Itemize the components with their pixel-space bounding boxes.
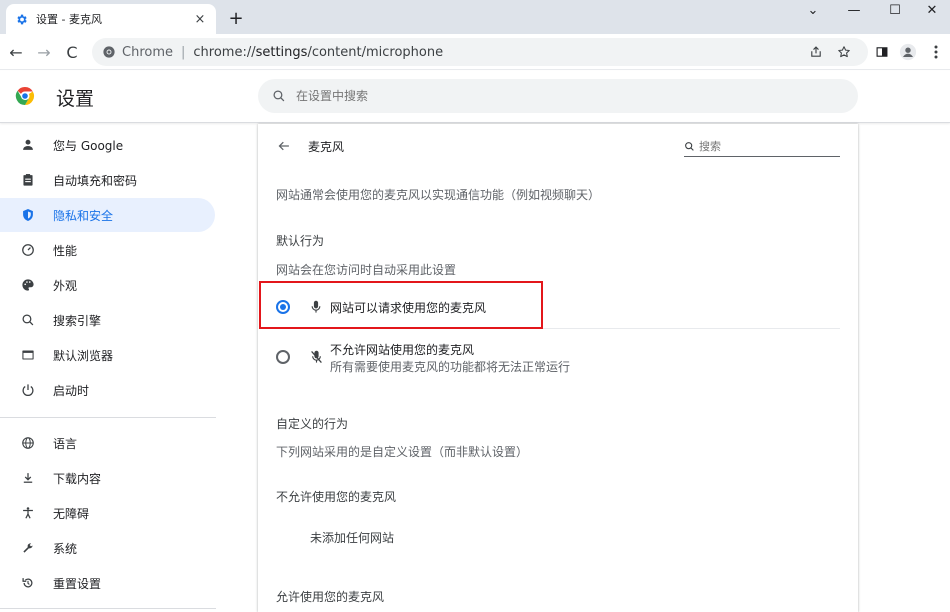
clipboard-icon [20, 172, 36, 188]
accessibility-icon [20, 505, 36, 521]
sidebar-item-you-and-google[interactable]: 您与 Google [0, 128, 215, 162]
omnibox-separator: | [181, 44, 186, 60]
tab-close-icon[interactable]: × [192, 11, 208, 27]
side-panel-icon[interactable] [872, 42, 892, 62]
forward-button[interactable]: → [34, 42, 54, 62]
download-icon [20, 470, 36, 486]
site-search-input[interactable] [699, 139, 819, 153]
radio-button-block[interactable] [276, 350, 290, 364]
reset-icon [20, 575, 36, 591]
sidebar-item-system[interactable]: 系统 [0, 531, 215, 565]
sidebar-item-label: 搜索引擎 [53, 313, 102, 328]
microphone-settings-card: 麦克风 网站通常会使用您的麦克风以实现通信功能（例如视频聊天） 默认行为 网站会… [258, 124, 858, 612]
tab-title: 设置 - 麦克风 [36, 13, 102, 26]
power-icon [20, 382, 36, 398]
person-icon [20, 137, 36, 153]
radio-option-block[interactable]: 不允许网站使用您的麦克风 所有需要使用麦克风的功能都将无法正常运行 [258, 338, 858, 378]
back-arrow-icon[interactable] [274, 136, 294, 156]
url-prefix: chrome:// [193, 44, 256, 60]
default-behavior-heading: 默认行为 [276, 234, 325, 248]
chip-label: Chrome [122, 44, 173, 60]
custom-behavior-heading: 自定义的行为 [276, 417, 349, 431]
default-behavior-subtitle: 网站会在您访问时自动采用此设置 [276, 263, 457, 277]
chrome-icon [102, 45, 116, 59]
sidebar-item-label: 您与 Google [53, 138, 124, 153]
back-button[interactable]: ← [6, 42, 26, 62]
blocked-sites-heading: 不允许使用您的麦克风 [276, 490, 397, 504]
sidebar-item-performance[interactable]: 性能 [0, 233, 215, 267]
sidebar-item-label: 下载内容 [53, 471, 102, 486]
sidebar-item-label: 重置设置 [53, 576, 102, 591]
settings-search-input[interactable] [296, 89, 796, 103]
reload-button[interactable]: C [62, 42, 82, 62]
sidebar-item-label: 默认浏览器 [53, 348, 114, 363]
sidebar-item-appearance[interactable]: 外观 [0, 268, 215, 302]
sidebar-item-reset[interactable]: 重置设置 [0, 566, 215, 600]
shield-icon [20, 207, 36, 223]
sidebar-divider [0, 608, 216, 609]
sidebar-item-downloads[interactable]: 下载内容 [0, 461, 215, 495]
highlight-box [259, 281, 543, 329]
globe-icon [20, 435, 36, 451]
settings-header: 设置 [0, 71, 950, 123]
maximize-button[interactable]: ☐ [877, 0, 913, 20]
settings-search[interactable] [258, 79, 858, 113]
more-menu-icon[interactable] [926, 42, 946, 62]
browser-toolbar: ← → C Chrome | chrome://settings/content… [0, 34, 950, 70]
blocked-sites-empty: 未添加任何网站 [310, 531, 395, 545]
speedometer-icon [20, 242, 36, 258]
settings-title: 设置 [56, 88, 95, 110]
minimize-button[interactable]: — [836, 0, 872, 20]
sidebar-item-autofill[interactable]: 自动填充和密码 [0, 163, 215, 197]
search-icon [684, 141, 695, 152]
site-search[interactable] [684, 136, 840, 157]
custom-behavior-subtitle: 下列网站采用的是自定义设置（而非默认设置） [276, 445, 529, 459]
sidebar-divider [0, 417, 216, 418]
sidebar-item-on-startup[interactable]: 启动时 [0, 373, 215, 407]
option-block-title: 不允许网站使用您的麦克风 [330, 343, 475, 357]
tab-search-dropdown-icon[interactable]: ⌄ [795, 0, 831, 20]
sidebar-item-label: 隐私和安全 [53, 208, 114, 223]
gear-icon [14, 12, 28, 26]
address-bar[interactable]: Chrome | chrome://settings/content/micro… [92, 38, 868, 66]
palette-icon [20, 277, 36, 293]
profile-avatar-icon[interactable] [898, 42, 918, 62]
browser-icon [20, 347, 36, 363]
sidebar-item-search-engine[interactable]: 搜索引擎 [0, 303, 215, 337]
microphone-off-icon [308, 349, 324, 365]
tab-strip: 设置 - 麦克风 × + ⌄ — ☐ ✕ [0, 0, 950, 34]
page-title: 麦克风 [308, 140, 345, 154]
sidebar-item-privacy[interactable]: 隐私和安全 [0, 198, 215, 232]
allowed-sites-heading: 允许使用您的麦克风 [276, 590, 385, 604]
sidebar-item-label: 外观 [53, 278, 78, 293]
sidebar-item-label: 语言 [53, 436, 78, 451]
close-window-button[interactable]: ✕ [914, 0, 950, 20]
url-text[interactable]: chrome://settings/content/microphone [193, 45, 443, 60]
wrench-icon [20, 540, 36, 556]
sidebar-item-label: 系统 [53, 541, 78, 556]
option-block-subtitle: 所有需要使用麦克风的功能都将无法正常运行 [330, 360, 571, 374]
sidebar-item-languages[interactable]: 语言 [0, 426, 215, 460]
share-icon[interactable] [804, 38, 828, 66]
chrome-logo-icon [15, 86, 35, 106]
page-description: 网站通常会使用您的麦克风以实现通信功能（例如视频聊天） [276, 188, 601, 202]
url-host: settings [255, 44, 308, 60]
sidebar-item-accessibility[interactable]: 无障碍 [0, 496, 215, 530]
settings-sidebar: 您与 Google 自动填充和密码 隐私和安全 性能 外观 搜索引擎 默认浏览器… [0, 128, 232, 612]
bookmark-star-icon[interactable] [832, 38, 856, 66]
sidebar-item-default-browser[interactable]: 默认浏览器 [0, 338, 215, 372]
search-icon [272, 89, 286, 103]
site-info-chip[interactable]: Chrome [102, 45, 173, 60]
sidebar-item-label: 启动时 [53, 383, 90, 398]
sidebar-item-label: 自动填充和密码 [53, 173, 138, 188]
url-path: /content/microphone [307, 44, 444, 60]
new-tab-button[interactable]: + [226, 8, 246, 29]
sidebar-item-label: 性能 [53, 243, 78, 258]
search-icon [20, 312, 36, 328]
tab-settings-microphone[interactable]: 设置 - 麦克风 × [6, 4, 216, 34]
sidebar-item-label: 无障碍 [53, 506, 90, 521]
